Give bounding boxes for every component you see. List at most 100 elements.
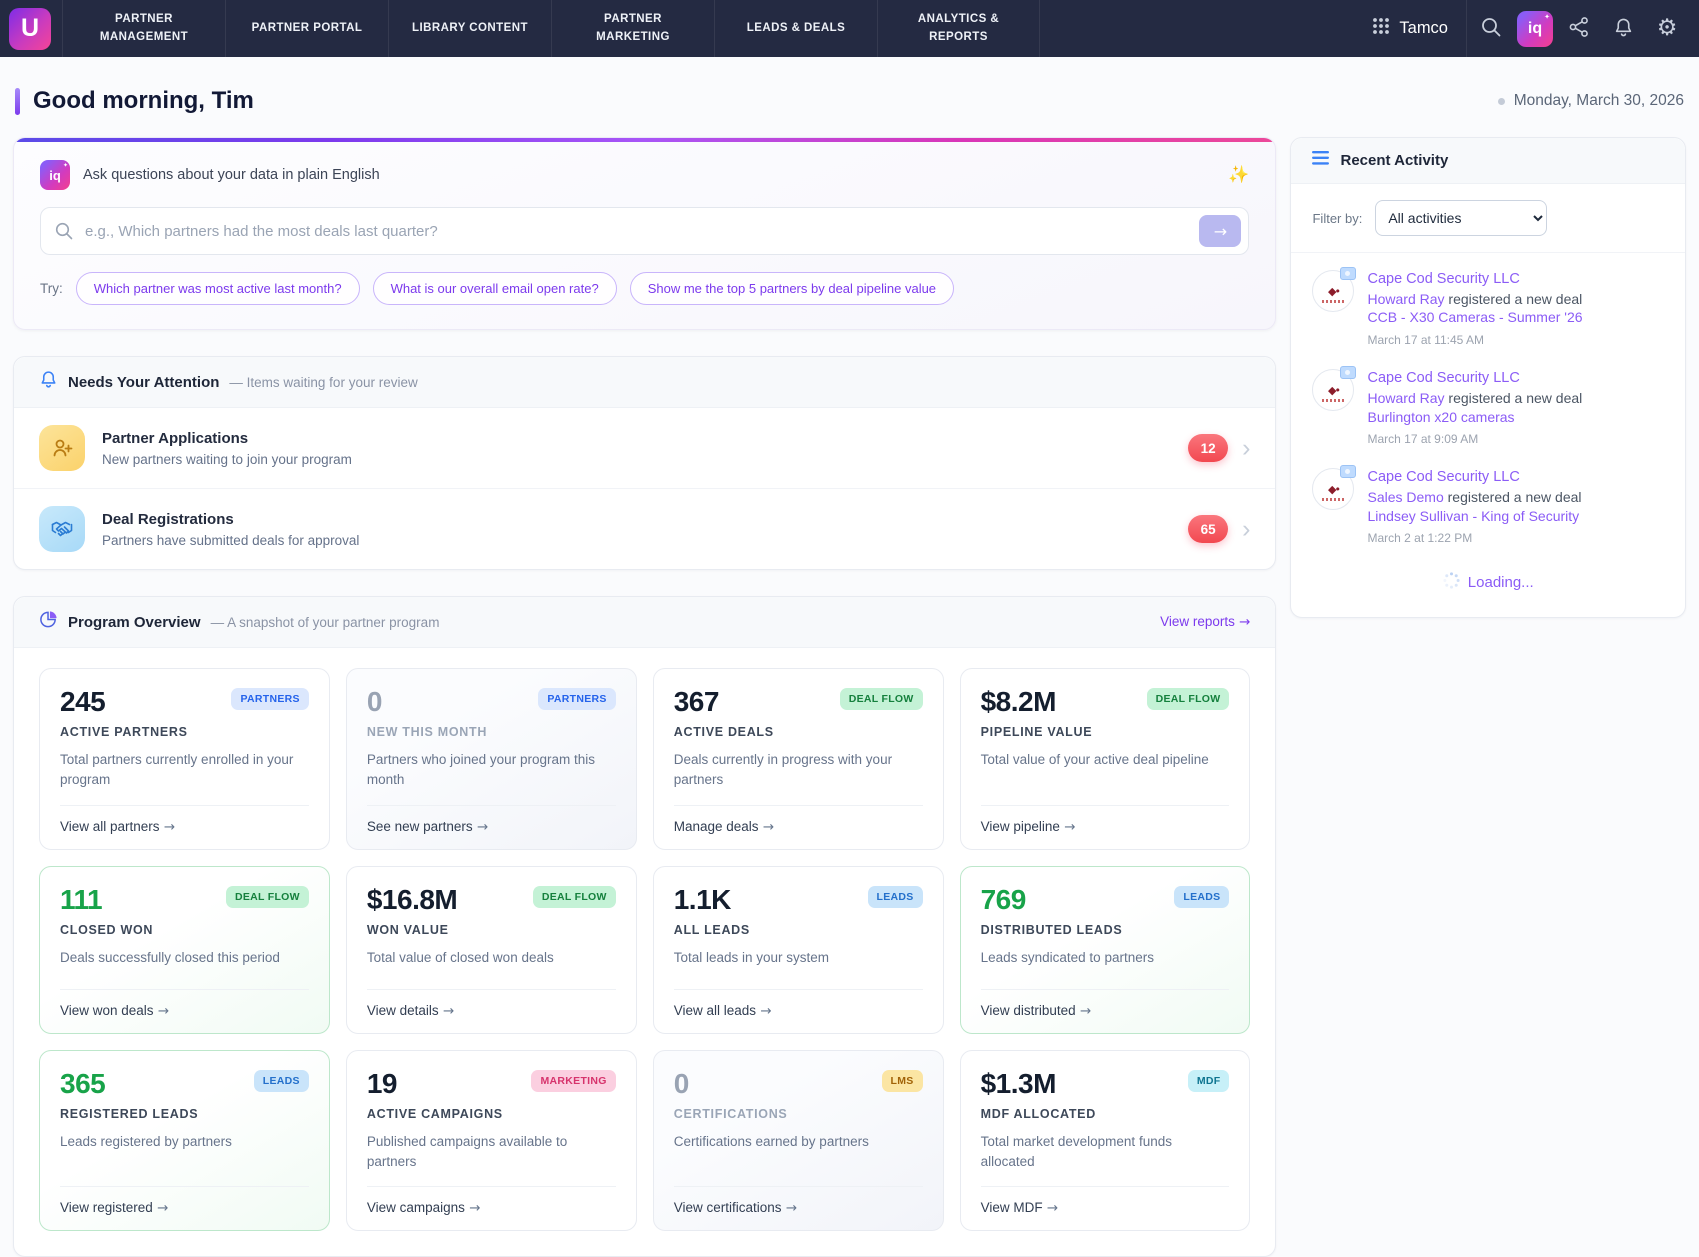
avatar: ◆• — [1312, 267, 1357, 312]
search-icon — [54, 221, 74, 246]
category-badge: PARTNERS — [538, 688, 616, 710]
search-icon — [1480, 16, 1502, 41]
stat-description: Total value of closed won deals — [366, 949, 554, 965]
app-logo[interactable]: U — [9, 7, 51, 50]
view-reports-link[interactable]: View reports — [1160, 614, 1250, 630]
activity-action-text: registered a new deal — [1448, 290, 1583, 307]
nav-item-leads-deals[interactable]: LEADS & DEALS — [714, 0, 877, 57]
nav-item-analytics-reports[interactable]: ANALYTICS & REPORTS — [877, 0, 1040, 57]
activity-deal-link[interactable]: Burlington x20 cameras — [1367, 408, 1582, 428]
stat-card-active-campaigns: 19 MARKETING ACTIVE CAMPAIGNS Published … — [345, 1049, 637, 1231]
page-title: Good morning, Tim — [15, 87, 254, 115]
stat-value: 111 — [60, 883, 103, 915]
stat-link[interactable]: View distributed — [981, 1003, 1092, 1018]
stat-description: Leads syndicated to partners — [980, 949, 1154, 965]
section-subtitle: — Items waiting for your review — [229, 374, 418, 390]
greeting-row: Good morning, Tim Monday, March 30, 2026 — [15, 87, 1684, 115]
stat-link[interactable]: View all leads — [674, 1003, 772, 1018]
suggestion-chip[interactable]: What is our overall email open rate? — [372, 272, 617, 305]
stat-card-active-partners: 245 PARTNERS ACTIVE PARTNERS Total partn… — [39, 668, 330, 850]
stat-label: ACTIVE DEALS — [673, 725, 774, 739]
stat-label: ACTIVE PARTNERS — [60, 725, 188, 739]
attention-item-partner-applications[interactable]: Partner Applications New partners waitin… — [14, 408, 1276, 489]
stat-description: Published campaigns available to partner… — [366, 1133, 568, 1169]
current-date: Monday, March 30, 2026 — [1497, 92, 1684, 110]
avatar: ◆• — [1312, 366, 1357, 412]
search-button[interactable] — [1471, 9, 1511, 49]
stat-value: 1.1K — [673, 883, 732, 915]
ai-query-card: iq Ask questions about your data in plai… — [13, 137, 1277, 330]
ai-submit-button[interactable] — [1199, 215, 1242, 247]
avatar: ◆• — [1312, 465, 1357, 511]
attention-item-deal-registrations[interactable]: Deal Registrations Partners have submitt… — [14, 489, 1275, 569]
category-badge: LEADS — [867, 885, 923, 908]
bell-icon — [1613, 17, 1634, 41]
suggestion-chip[interactable]: Show me the top 5 partners by deal pipel… — [629, 272, 955, 305]
stat-description: Total market development funds allocated — [980, 1133, 1172, 1169]
count-badge: 12 — [1188, 434, 1229, 462]
sparkle-icon: ✨ — [1228, 165, 1250, 185]
activity-company-link[interactable]: Cape Cod Security LLC — [1367, 270, 1582, 290]
activity-item: ◆• Cape Cod Security LLC Sales Demo regi… — [1291, 457, 1685, 556]
company-logo: ◆• — [1328, 284, 1341, 298]
activity-actor-link[interactable]: Howard Ray — [1367, 291, 1444, 307]
stat-link[interactable]: View campaigns — [367, 1200, 481, 1215]
notifications-button[interactable] — [1603, 9, 1643, 49]
attention-item-title: Partner Applications — [102, 429, 249, 447]
category-badge: DEAL FLOW — [225, 885, 309, 908]
activity-company-link[interactable]: Cape Cod Security LLC — [1367, 468, 1581, 488]
suggestion-chip[interactable]: Which partner was most active last month… — [75, 272, 360, 305]
activity-deal-link[interactable]: CCB - X30 Cameras - Summer '26 — [1367, 308, 1582, 328]
section-subtitle: — A snapshot of your partner program — [210, 614, 440, 630]
category-badge: DEAL FLOW — [532, 885, 616, 908]
stat-link[interactable]: Manage deals — [674, 819, 774, 834]
stat-link[interactable]: View certifications — [674, 1200, 797, 1215]
stat-description: Certifications earned by partners — [673, 1133, 869, 1149]
camera-badge-icon — [1340, 366, 1357, 380]
activity-filter-select[interactable]: All activities — [1375, 200, 1548, 236]
iq-assistant-button[interactable]: iq — [1515, 9, 1555, 49]
gear-icon: ⚙ — [1656, 15, 1678, 41]
stat-description: Deals currently in progress with your pa… — [673, 752, 893, 788]
activity-deal-link[interactable]: Lindsey Sullivan - King of Security — [1367, 507, 1581, 527]
settings-button[interactable]: ⚙ — [1647, 9, 1687, 49]
nav-item-library-content[interactable]: LIBRARY CONTENT — [388, 0, 551, 57]
user-plus-icon — [39, 425, 85, 471]
recent-activity-card: Recent Activity Filter by: All activitie… — [1290, 137, 1686, 619]
stat-label: WON VALUE — [366, 922, 449, 937]
bell-icon — [39, 370, 58, 394]
stat-link[interactable]: View all partners — [60, 819, 175, 834]
nav-divider — [1466, 0, 1467, 57]
stat-link[interactable]: View registered — [60, 1200, 168, 1215]
stat-link[interactable]: View pipeline — [981, 819, 1076, 834]
section-title: Program Overview — [68, 613, 201, 631]
handshake-icon — [39, 506, 85, 552]
workspace-switcher[interactable]: Tamco — [1358, 9, 1462, 48]
iq-icon: iq — [40, 160, 70, 190]
nav-item-partner-marketing[interactable]: PARTNER MARKETING — [551, 0, 714, 57]
stat-card-pipeline-value: $8.2M DEAL FLOW PIPELINE VALUE Total val… — [959, 668, 1251, 850]
nav-item-partner-portal[interactable]: PARTNER PORTAL — [225, 0, 388, 57]
stat-link[interactable]: View details — [367, 1003, 454, 1018]
stat-value: 365 — [60, 1067, 106, 1099]
category-badge: LEADS — [1174, 885, 1230, 908]
attention-item-description: New partners waiting to join your progra… — [102, 451, 352, 467]
nav-item-partner-management[interactable]: PARTNER MANAGEMENT — [62, 0, 225, 57]
stat-description: Total leads in your system — [673, 949, 830, 965]
activity-company-link[interactable]: Cape Cod Security LLC — [1367, 369, 1582, 389]
stat-link[interactable]: See new partners — [367, 819, 488, 834]
stat-value: 367 — [673, 686, 720, 717]
activity-actor-link[interactable]: Sales Demo — [1367, 489, 1443, 505]
activity-actor-link[interactable]: Howard Ray — [1367, 390, 1444, 406]
ai-question-input[interactable] — [40, 207, 1250, 255]
stat-value: 0 — [366, 686, 383, 717]
stat-card-mdf-allocated: $1.3M MDF MDF ALLOCATED Total market dev… — [959, 1049, 1251, 1231]
stat-link[interactable]: View won deals — [60, 1003, 169, 1018]
needs-attention-card: Needs Your Attention — Items waiting for… — [13, 356, 1277, 570]
category-badge: LEADS — [253, 1069, 309, 1092]
category-badge: LMS — [881, 1069, 923, 1092]
stat-link[interactable]: View MDF — [981, 1200, 1059, 1215]
pie-chart-icon — [39, 610, 58, 634]
integrations-button[interactable] — [1559, 9, 1599, 49]
list-icon — [1312, 151, 1330, 170]
